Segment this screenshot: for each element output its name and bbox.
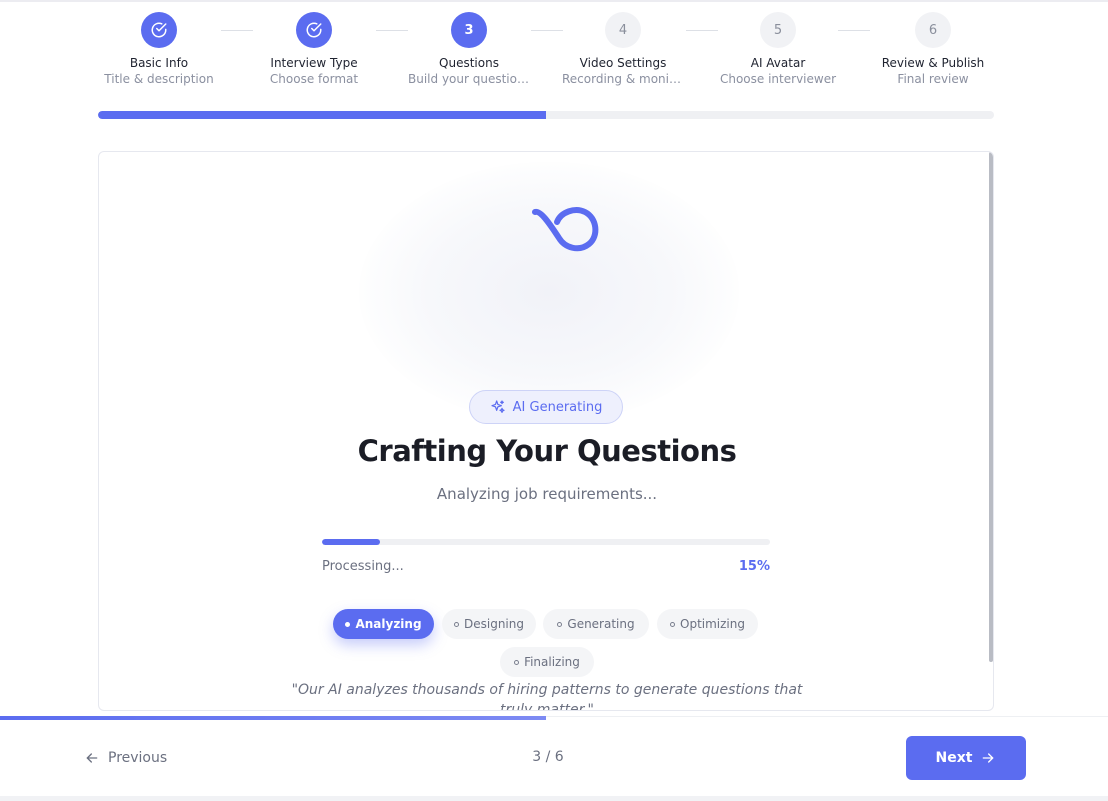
phase-dot: [670, 621, 675, 627]
step-title: Interview Type: [270, 56, 358, 70]
phase-chip-designing: Designing: [442, 609, 536, 639]
processing-progress-bar: [322, 539, 770, 545]
footer-progress-line: [0, 716, 546, 720]
phase-chip-generating: Generating: [543, 609, 649, 639]
arrow-left-icon: [86, 753, 98, 763]
phase-dot: [345, 621, 351, 627]
badge-label: AI Generating: [512, 399, 603, 415]
step-subtitle: Choose interviewer: [719, 72, 837, 86]
question-builder-page: Basic Info Title & description Interview…: [0, 0, 1108, 801]
step-video-settings[interactable]: 4 Video Settings Recording & monitoring: [558, 12, 688, 86]
step-4-circle: 4: [605, 12, 641, 48]
arrow-right-icon: [983, 753, 994, 763]
phase-chip-finalizing: Finalizing: [500, 647, 594, 677]
bottom-strip: [0, 796, 1108, 801]
generation-card: AI Generating Crafting Your Questions An…: [98, 151, 994, 711]
phase-label: Finalizing: [524, 655, 580, 669]
step-title: Basic Info: [129, 56, 189, 70]
phase-label: Optimizing: [680, 617, 745, 631]
step-subtitle: Choose format: [269, 72, 359, 86]
check-circle-icon: [151, 22, 167, 38]
wizard-progress-bar: [98, 111, 994, 119]
step-subtitle: Build your questions: [408, 72, 531, 86]
next-button[interactable]: Next: [906, 736, 1026, 780]
processing-progress-fill: [322, 539, 381, 545]
check-circle-icon: [306, 22, 322, 38]
step-questions[interactable]: 3 Questions Build your questions: [404, 12, 534, 86]
phase-chip-optimizing: Optimizing: [657, 609, 758, 639]
phase-dot: [454, 621, 459, 627]
phase-label: Generating: [567, 617, 635, 631]
background-glow: [359, 162, 739, 422]
phase-label: Designing: [464, 617, 524, 631]
step-subtitle: Recording & monitoring: [562, 72, 688, 86]
page-counter: 3 / 6: [532, 749, 564, 765]
previous-label: Previous: [108, 750, 168, 766]
ai-quote: "Our AI analyzes thousands of hiring pat…: [291, 682, 803, 711]
step-3-circle: 3: [451, 12, 487, 48]
loop-icon: [532, 207, 599, 252]
top-border: [0, 0, 1108, 2]
step-interview-type[interactable]: Interview Type Choose format: [249, 12, 379, 86]
card-scrollbar[interactable]: [989, 152, 993, 662]
sparkles-icon: [491, 400, 505, 413]
processing-label: Processing...: [322, 559, 404, 574]
phase-dot: [514, 659, 520, 665]
phase-dot: [557, 621, 563, 627]
next-label: Next: [935, 750, 973, 766]
step-review-publish[interactable]: 6 Review & Publish Final review: [868, 12, 998, 86]
step-5-circle: 5: [760, 12, 796, 48]
step-subtitle: Final review: [897, 72, 969, 86]
phase-chip-analyzing: Analyzing: [333, 609, 434, 639]
step-title: AI Avatar: [750, 56, 806, 70]
step-subtitle: Title & description: [104, 72, 214, 86]
step-2-circle: [296, 12, 332, 48]
step-basic-info[interactable]: Basic Info Title & description: [94, 12, 224, 86]
generation-status-text: Analyzing job requirements...: [436, 485, 658, 503]
generation-headline: Crafting Your Questions: [357, 434, 737, 468]
ai-generating-badge: AI Generating: [469, 390, 623, 424]
previous-button[interactable]: Previous: [84, 744, 167, 772]
wizard-stepper: Basic Info Title & description Interview…: [98, 12, 994, 92]
processing-percent: 15%: [738, 559, 770, 574]
wizard-progress-fill: [98, 111, 546, 119]
step-title: Review & Publish: [881, 56, 985, 70]
step-ai-avatar[interactable]: 5 AI Avatar Choose interviewer: [713, 12, 843, 86]
step-1-circle: [141, 12, 177, 48]
step-title: Video Settings: [579, 56, 667, 70]
step-title: Questions: [439, 56, 499, 70]
step-6-circle: 6: [915, 12, 951, 48]
phase-label: Analyzing: [355, 617, 422, 631]
